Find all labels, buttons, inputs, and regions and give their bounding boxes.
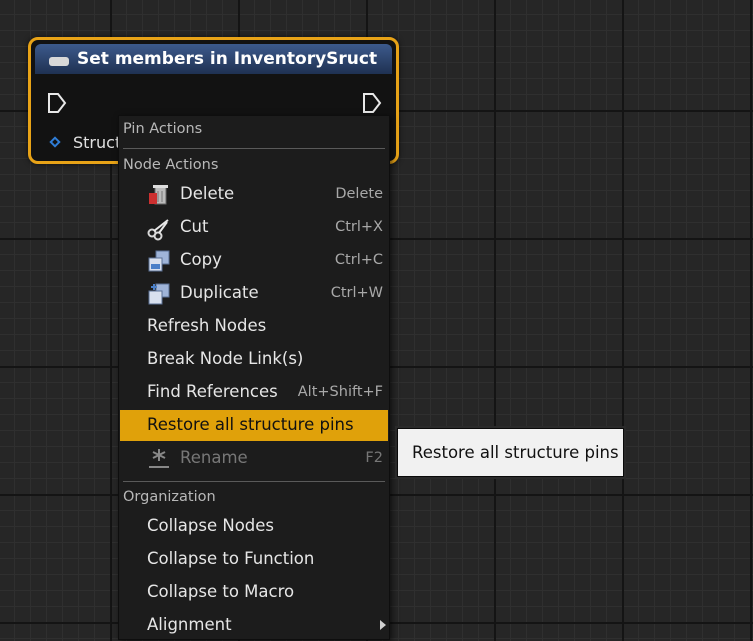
menu-item-alignment[interactable]: Alignment <box>120 610 388 641</box>
node-function-icon <box>49 57 69 66</box>
menu-item-label: Collapse to Macro <box>147 582 295 601</box>
menu-item-label: Find References <box>147 382 278 401</box>
menu-item-restore-structure-pins[interactable]: Restore all structure pins <box>120 410 388 441</box>
exec-in-pin-icon[interactable] <box>47 92 67 114</box>
menu-item-cut[interactable]: Cut Ctrl+X <box>120 212 388 243</box>
menu-item-label: Break Node Link(s) <box>147 349 304 368</box>
menu-item-collapse-to-macro[interactable]: Collapse to Macro <box>120 577 388 608</box>
menu-item-refresh-nodes[interactable]: Refresh Nodes <box>120 311 388 342</box>
menu-item-label: Rename <box>180 448 248 467</box>
menu-item-shortcut: F2 <box>365 450 383 466</box>
menu-item-collapse-to-function[interactable]: Collapse to Function <box>120 544 388 575</box>
menu-item-shortcut: Delete <box>335 186 383 202</box>
struct-pin-icon[interactable] <box>49 136 61 148</box>
menu-item-label: Alignment <box>147 615 232 634</box>
menu-item-find-references[interactable]: Find References Alt+Shift+F <box>120 377 388 408</box>
divider <box>123 148 385 149</box>
divider <box>123 481 385 482</box>
section-header-pin-actions: Pin Actions <box>123 121 203 137</box>
menu-item-label: Delete <box>180 184 235 203</box>
duplicate-icon <box>148 283 170 305</box>
rename-icon <box>149 449 169 468</box>
node-header[interactable]: Set members in InventorySruct <box>35 44 392 74</box>
submenu-arrow-icon <box>380 620 386 630</box>
menu-item-label: Refresh Nodes <box>147 316 267 335</box>
menu-item-label: Copy <box>180 250 222 269</box>
menu-item-duplicate[interactable]: Duplicate Ctrl+W <box>120 278 388 309</box>
menu-item-copy[interactable]: Copy Ctrl+C <box>120 245 388 276</box>
menu-item-label: Duplicate <box>180 283 259 302</box>
node-title: Set members in InventorySruct <box>77 49 378 69</box>
menu-item-rename[interactable]: Rename F2 <box>120 443 388 474</box>
tooltip-text: Restore all structure pins <box>412 443 619 462</box>
cut-icon <box>147 219 169 241</box>
menu-item-label: Restore all structure pins <box>147 415 354 434</box>
menu-item-shortcut: Ctrl+X <box>335 219 383 235</box>
struct-pin-label: Struct <box>73 133 122 152</box>
menu-item-collapse-nodes[interactable]: Collapse Nodes <box>120 511 388 542</box>
section-header-node-actions: Node Actions <box>123 157 219 173</box>
menu-item-shortcut: Alt+Shift+F <box>297 384 383 400</box>
exec-out-pin-icon[interactable] <box>362 92 382 114</box>
menu-item-label: Cut <box>180 217 209 236</box>
menu-item-label: Collapse Nodes <box>147 516 275 535</box>
menu-item-shortcut: Ctrl+C <box>334 252 383 268</box>
section-header-organization: Organization <box>123 489 216 505</box>
menu-item-shortcut: Ctrl+W <box>330 285 383 301</box>
copy-icon <box>148 250 170 272</box>
menu-item-break-node-links[interactable]: Break Node Link(s) <box>120 344 388 375</box>
tooltip: Restore all structure pins <box>397 428 624 477</box>
menu-item-delete[interactable]: Delete Delete <box>120 179 388 210</box>
delete-icon <box>149 185 168 205</box>
menu-item-label: Collapse to Function <box>147 549 315 568</box>
context-menu: Pin Actions Node Actions Delete Delete C… <box>118 115 390 640</box>
